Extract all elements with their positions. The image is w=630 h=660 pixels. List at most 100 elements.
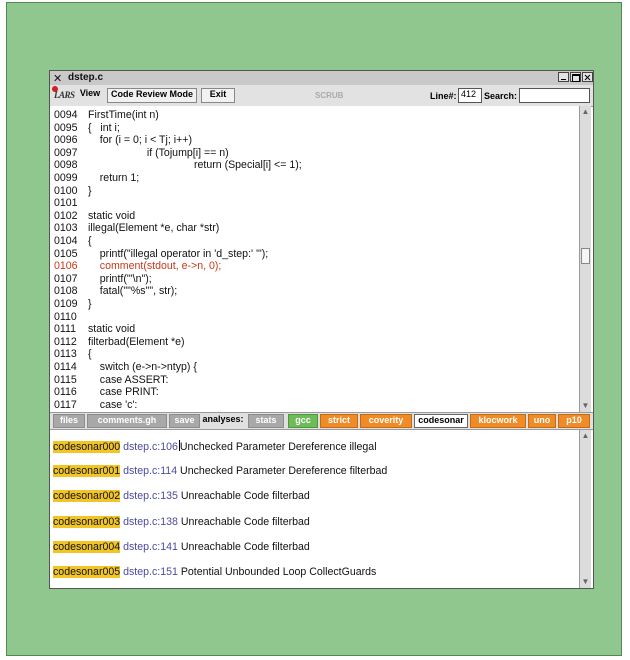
close-icon[interactable] bbox=[582, 72, 593, 82]
result-location[interactable]: dstep.c:141 bbox=[120, 541, 178, 553]
line-number: 0117 bbox=[54, 398, 77, 411]
code-review-mode-button[interactable]: Code Review Mode bbox=[107, 88, 197, 103]
result-id[interactable]: codesonar004 bbox=[53, 540, 121, 553]
search-input[interactable] bbox=[519, 88, 590, 103]
files-button[interactable]: files bbox=[53, 414, 85, 428]
code-line[interactable]: 0098 return (Special[i] <= 1); bbox=[54, 159, 302, 172]
code-line[interactable]: 0114 switch (e->n->ntyp) { bbox=[54, 361, 197, 374]
code-line[interactable]: 0108 fatal(""%s"", str); bbox=[54, 285, 177, 298]
code-text: { int i; bbox=[88, 121, 120, 134]
code-text: if (Tojump[i] == n) bbox=[88, 146, 229, 159]
tool-coverity[interactable]: coverity bbox=[360, 414, 412, 428]
code-line[interactable]: 0099 return 1; bbox=[54, 172, 139, 185]
result-row[interactable]: codesonar003 dstep.c:138 Unreachable Cod… bbox=[53, 515, 310, 530]
code-line[interactable]: 0106 comment(stdout, e->n, 0); bbox=[54, 260, 221, 273]
line-number: 0101 bbox=[54, 197, 78, 210]
result-row[interactable]: codesonar005 dstep.c:151 Potential Unbou… bbox=[53, 566, 376, 580]
result-id[interactable]: codesonar003 bbox=[53, 515, 121, 528]
comments-button[interactable]: comments.gh bbox=[87, 414, 167, 428]
tool-p10[interactable]: p10 bbox=[558, 414, 590, 428]
tool-gcc[interactable]: gcc bbox=[288, 414, 318, 428]
code-text: case 'c': bbox=[88, 398, 138, 411]
code-text: return (Special[i] <= 1); bbox=[88, 159, 302, 172]
tool-klocwork[interactable]: klocwork bbox=[470, 414, 526, 428]
result-id[interactable]: codesonar005 bbox=[53, 566, 121, 578]
code-line[interactable]: 0096 for (i = 0; i < Tj; i++) bbox=[54, 134, 192, 147]
result-location[interactable]: dstep.c:114 bbox=[120, 465, 177, 477]
code-line[interactable]: 0113 { bbox=[54, 348, 92, 361]
result-location[interactable]: dstep.c:138 bbox=[120, 516, 178, 528]
result-description: Potential Unbounded Loop CollectGuards bbox=[177, 566, 377, 578]
code-view[interactable]: 0094 FirstTime(int n) 0095{ int i; 0096 for… bbox=[50, 106, 579, 412]
code-text: fatal(""%s"", str); bbox=[88, 285, 178, 298]
arrow-down-icon[interactable]: ▼ bbox=[581, 577, 590, 587]
result-location[interactable]: dstep.c:151 bbox=[120, 566, 178, 578]
minimize-icon[interactable] bbox=[558, 72, 569, 82]
result-id[interactable]: codesonar000 bbox=[53, 441, 121, 453]
code-text: illegal(Element *e, char *str) bbox=[88, 222, 220, 235]
code-line[interactable]: 0101 bbox=[54, 197, 88, 210]
page-background: ✕ dstep.c LARS View Code Review Mode Exi… bbox=[6, 2, 622, 656]
arrow-down-icon[interactable]: ▼ bbox=[581, 401, 590, 411]
code-line[interactable]: 0116 case PRINT: bbox=[54, 386, 159, 399]
result-id[interactable]: codesonar002 bbox=[53, 490, 121, 503]
code-line[interactable]: 0110 bbox=[54, 311, 88, 324]
analyses-label: analyses: bbox=[202, 414, 244, 424]
code-line[interactable]: 0104 { bbox=[54, 235, 92, 248]
toolbar: LARS View Code Review Mode Exit SCRUB Li… bbox=[50, 85, 593, 107]
code-text: FirstTime(int n) bbox=[88, 109, 159, 121]
result-location[interactable]: dstep.c:135 bbox=[120, 490, 178, 502]
view-menu[interactable]: View bbox=[76, 88, 104, 103]
code-line[interactable]: 0112 filterbad(Element *e) bbox=[54, 336, 185, 349]
window-title: dstep.c bbox=[68, 72, 104, 83]
code-line[interactable]: 0100} bbox=[54, 185, 92, 198]
result-description: Unreachable Code filterbad bbox=[177, 490, 310, 503]
result-location[interactable]: dstep.c:106 bbox=[120, 441, 178, 453]
line-number: 0114 bbox=[54, 361, 77, 373]
lars-logo: LARS bbox=[52, 86, 75, 100]
results-scrollbar[interactable]: ▲ ▼ bbox=[579, 430, 591, 588]
tool-strict[interactable]: strict bbox=[320, 414, 358, 428]
code-line[interactable]: 0109} bbox=[54, 298, 92, 311]
scroll-thumb[interactable] bbox=[581, 248, 590, 264]
code-line[interactable]: 0117 case 'c': bbox=[54, 399, 137, 412]
result-row[interactable]: codesonar001 dstep.c:114 Unchecked Param… bbox=[53, 465, 387, 479]
line-number: 0100 bbox=[54, 184, 78, 197]
code-line[interactable]: 0105 printf("illegal operator in 'd_step… bbox=[54, 248, 268, 261]
line-number: 0116 bbox=[54, 386, 77, 399]
result-row[interactable]: codesonar002 dstep.c:135 Unreachable Cod… bbox=[53, 490, 310, 504]
line-number: 0102 bbox=[54, 209, 78, 222]
tool-codesonar[interactable]: codesonar bbox=[414, 414, 468, 428]
tool-uno[interactable]: uno bbox=[528, 414, 556, 428]
arrow-up-icon[interactable]: ▲ bbox=[581, 431, 590, 441]
code-text: } bbox=[88, 184, 92, 197]
arrow-up-icon[interactable]: ▲ bbox=[581, 107, 590, 117]
exit-button[interactable]: Exit bbox=[201, 88, 235, 103]
code-line[interactable]: 0094 FirstTime(int n) bbox=[54, 109, 159, 122]
editor-window: ✕ dstep.c LARS View Code Review Mode Exi… bbox=[49, 70, 594, 589]
title-bar: ✕ dstep.c bbox=[50, 71, 593, 86]
save-button[interactable]: save bbox=[169, 414, 200, 428]
code-line[interactable]: 0097 if (Tojump[i] == n) bbox=[54, 147, 229, 160]
code-line[interactable]: 0103 illegal(Element *e, char *str) bbox=[54, 222, 219, 235]
code-line[interactable]: 0102 static void bbox=[54, 210, 135, 223]
code-text: { bbox=[88, 235, 92, 247]
line-number-input[interactable]: 412 bbox=[458, 88, 482, 103]
line-number: 0111 bbox=[54, 323, 76, 336]
tool-stats[interactable]: stats bbox=[248, 414, 284, 428]
result-id[interactable]: codesonar001 bbox=[53, 465, 121, 478]
code-line[interactable]: 0095 { int i; bbox=[54, 122, 120, 135]
line-number: 0109 bbox=[54, 298, 78, 310]
maximize-icon[interactable] bbox=[570, 72, 581, 82]
search-label: Search: bbox=[484, 91, 518, 101]
line-number: 0110 bbox=[54, 310, 77, 323]
result-row[interactable]: codesonar004 dstep.c:141 Unreachable Cod… bbox=[53, 540, 310, 555]
code-line[interactable]: 0115 case ASSERT: bbox=[54, 374, 168, 387]
results-list[interactable]: codesonar000 dstep.c:106 Unchecked Parame… bbox=[50, 430, 579, 588]
code-line[interactable]: 0111 static void bbox=[54, 323, 135, 336]
code-text: { bbox=[88, 348, 92, 361]
code-scrollbar[interactable]: ▲ ▼ bbox=[579, 106, 591, 412]
code-line[interactable]: 0107 printf("'\n"); bbox=[54, 273, 152, 286]
code-text: static void bbox=[88, 209, 136, 222]
result-row[interactable]: codesonar000 dstep.c:106 Unchecked Parame… bbox=[53, 440, 377, 454]
